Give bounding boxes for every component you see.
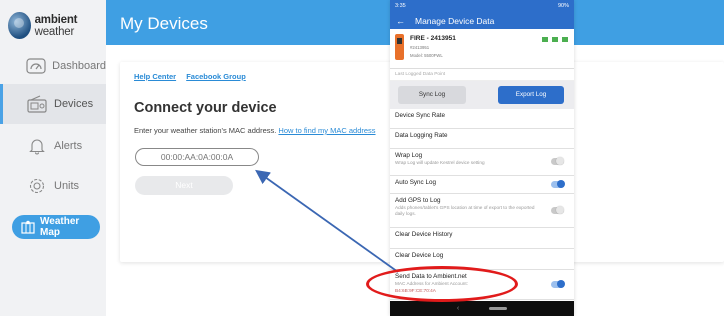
device-summary: FIRE - 2413951 #2413951 Model: 5500FWL — [390, 29, 574, 69]
setting-label: Send Data to Ambient.net — [395, 273, 467, 280]
weather-map-button[interactable]: Weather Map — [12, 215, 100, 239]
sidebar-item-alerts[interactable]: Alerts — [0, 126, 106, 166]
last-logged-label: Last Logged Data Point — [390, 69, 574, 81]
sidebar-item-dashboard[interactable]: Dashboard — [0, 46, 106, 86]
setting-clear-device-log[interactable]: Clear Device Log — [390, 249, 574, 270]
setting-label: Add GPS to Log — [395, 197, 441, 204]
device-model: Model: 5500FWL — [410, 53, 443, 58]
add-gps-toggle[interactable] — [551, 205, 564, 214]
ambient-weather-logo[interactable]: ambient weather — [8, 12, 106, 39]
nav-back-icon[interactable]: ‹ — [457, 305, 459, 312]
sidebar: ambient weather Dashboard Devices Alerts — [0, 0, 106, 316]
sync-log-button[interactable]: Sync Log — [398, 86, 466, 104]
gauge-icon — [26, 55, 46, 77]
facebook-group-link[interactable]: Facebook Group — [186, 72, 246, 81]
phone-nav-bar: ‹ — [390, 301, 574, 316]
logo-text: ambient weather — [34, 13, 78, 38]
help-center-link[interactable]: Help Center — [134, 72, 176, 81]
phone-status-bar: 3:35 90% — [390, 0, 574, 12]
mac-address-value: B4:6B:9F:CE:70:4A — [395, 288, 436, 293]
export-log-button[interactable]: Export Log — [498, 86, 564, 104]
connect-device-title: Connect your device — [134, 100, 277, 116]
mac-address-input[interactable] — [135, 148, 259, 166]
phone-app-bar: ← Manage Device Data — [390, 12, 574, 29]
device-status-icons — [542, 37, 568, 42]
next-button[interactable]: Next — [135, 176, 233, 195]
signal-icon — [552, 37, 558, 42]
sidebar-item-units[interactable]: Units — [0, 166, 106, 206]
find-mac-link[interactable]: How to find my MAC address — [278, 126, 375, 135]
setting-label: Auto Sync Log — [395, 179, 436, 186]
bluetooth-icon — [542, 37, 548, 42]
setting-label: Wrap Log — [395, 152, 423, 159]
sidebar-item-label: Alerts — [54, 140, 83, 152]
radio-device-icon — [26, 93, 48, 115]
battery-icon — [562, 37, 568, 42]
kestrel-device-icon — [395, 34, 404, 60]
setting-auto-sync-log: Auto Sync Log — [390, 176, 574, 194]
help-links: Help Center Facebook Group — [134, 72, 254, 81]
wrap-log-toggle[interactable] — [551, 157, 564, 165]
setting-add-gps: Add GPS to Log Adds phones/tablet's GPS … — [390, 194, 574, 228]
phone-screen-title: Manage Device Data — [415, 15, 495, 26]
device-id: #2413951 — [410, 45, 430, 50]
logo-globe-icon — [8, 12, 31, 39]
setting-data-logging-rate[interactable]: Data Logging Rate — [390, 129, 574, 149]
setting-send-to-ambient: Send Data to Ambient.net MAC Address for… — [390, 270, 574, 300]
phone-screenshot: 3:35 90% ← Manage Device Data FIRE - 241… — [390, 0, 574, 316]
nav-home-icon[interactable] — [489, 307, 508, 310]
gear-icon — [26, 175, 48, 197]
setting-label: Clear Device Log — [395, 252, 444, 259]
setting-device-sync-rate[interactable]: Device Sync Rate — [390, 109, 574, 129]
setting-description: Wrap Log will update Kestrel device sett… — [395, 160, 485, 165]
page: ambient weather Dashboard Devices Alerts — [0, 0, 724, 316]
setting-description: Adds phones/tablet's GPS location at tim… — [395, 205, 535, 216]
mac-instructions-text: Enter your weather station's MAC address… — [134, 126, 277, 135]
page-title: My Devices — [120, 14, 208, 33]
setting-clear-device-history[interactable]: Clear Device History — [390, 228, 574, 249]
log-buttons: Sync Log Export Log — [390, 81, 574, 109]
send-to-ambient-toggle[interactable] — [551, 279, 565, 288]
mac-instructions: Enter your weather station's MAC address… — [134, 126, 376, 135]
map-icon — [21, 220, 35, 234]
auto-sync-log-toggle[interactable] — [551, 179, 565, 188]
bell-icon — [26, 135, 48, 157]
setting-label: Clear Device History — [395, 231, 453, 238]
device-name: FIRE - 2413951 — [410, 35, 456, 42]
setting-label: Data Logging Rate — [395, 132, 448, 139]
setting-label: Device Sync Rate — [395, 112, 446, 119]
setting-wrap-log: Wrap Log Wrap Log will update Kestrel de… — [390, 149, 574, 176]
sidebar-item-label: Units — [54, 180, 80, 192]
weather-map-label: Weather Map — [40, 216, 80, 238]
phone-battery-level: 90% — [557, 3, 569, 9]
sidebar-item-label: Dashboard — [52, 60, 106, 72]
sidebar-item-label: Devices — [54, 98, 94, 110]
sidebar-item-devices[interactable]: Devices — [0, 84, 106, 124]
back-arrow-icon[interactable]: ← — [396, 16, 405, 26]
phone-status-time: 3:35 — [395, 3, 406, 9]
setting-description: MAC Address for Ambient Account: — [395, 281, 468, 286]
